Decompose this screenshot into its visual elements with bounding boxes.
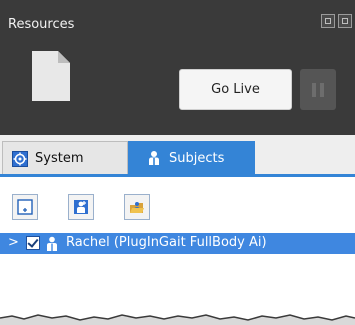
- panel-title: Resources: [8, 17, 75, 32]
- tab-system-label: System: [35, 151, 84, 166]
- resources-panel: Resources Go Live System Subjects > Rach…: [0, 0, 355, 325]
- subject-name-label: Rachel (PlugInGait FullBody Ai): [66, 235, 267, 250]
- system-icon: [12, 150, 28, 167]
- add-subject-from-template-icon: [74, 200, 88, 214]
- expand-caret[interactable]: >: [8, 235, 19, 250]
- window-restore-icon[interactable]: [321, 14, 335, 28]
- add-subject-button[interactable]: [12, 194, 38, 220]
- subjects-toolbar: [0, 177, 355, 229]
- tab-subjects[interactable]: Subjects: [128, 141, 255, 175]
- tab-subjects-label: Subjects: [169, 150, 225, 166]
- add-subject-icon: [17, 199, 33, 215]
- subject-enabled-checkbox[interactable]: [26, 236, 40, 250]
- document-icon: [32, 51, 70, 101]
- subject-person-icon: [47, 236, 57, 251]
- window-float-icon[interactable]: [338, 14, 352, 28]
- pause-icon: [312, 82, 316, 97]
- open-folder-icon: [130, 202, 144, 213]
- pause-button[interactable]: [300, 69, 336, 110]
- go-live-button[interactable]: Go Live: [179, 69, 292, 110]
- add-subject-from-template-button[interactable]: [68, 194, 94, 220]
- tab-system[interactable]: System: [2, 141, 128, 175]
- subject-person-icon: [149, 151, 159, 165]
- open-subject-button[interactable]: [124, 194, 150, 220]
- tree-row[interactable]: > Rachel (PlugInGait FullBody Ai): [0, 233, 355, 254]
- torn-edge: [0, 314, 355, 325]
